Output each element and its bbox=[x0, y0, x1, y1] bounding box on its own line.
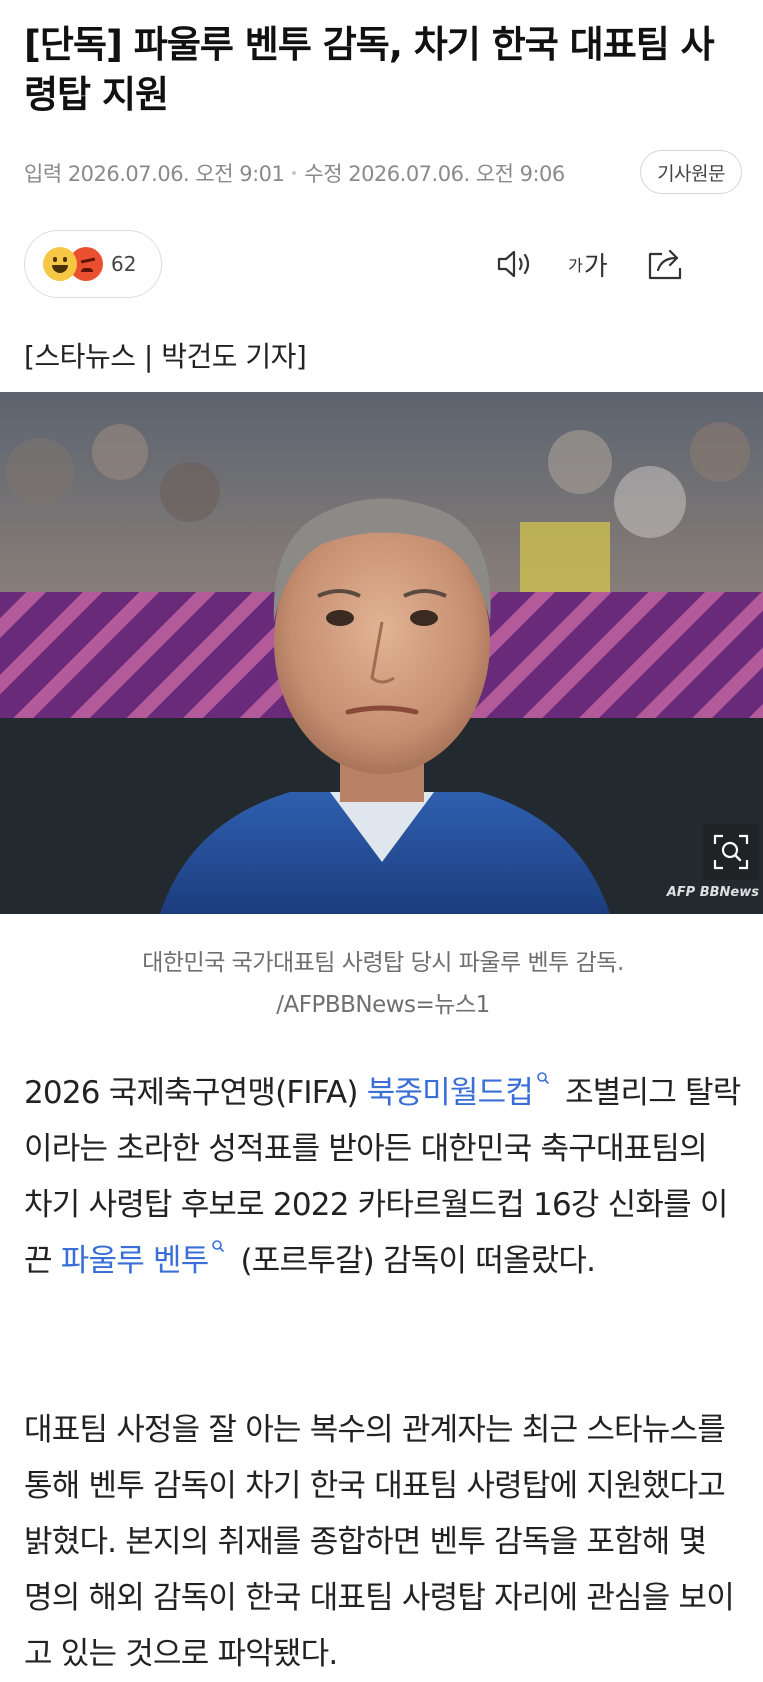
font-small-label: 가 bbox=[568, 256, 583, 275]
zoom-icon bbox=[713, 834, 749, 870]
p1-text-1: 2026 국제축구연맹(FIFA) bbox=[24, 1075, 367, 1111]
photo-caption: 대한민국 국가대표팀 사령탑 당시 파울루 벤투 감독. /AFPBBNews=… bbox=[24, 942, 742, 1026]
article-page: [단독] 파울루 벤투 감독, 차기 한국 대표팀 사령탑 지원 입력 2026… bbox=[0, 0, 763, 1682]
reaction-button[interactable]: 62 bbox=[24, 230, 162, 298]
share-icon[interactable] bbox=[644, 242, 688, 286]
search-icon[interactable] bbox=[536, 1071, 550, 1085]
audio-icon[interactable] bbox=[494, 242, 538, 286]
article-headline: [단독] 파울루 벤투 감독, 차기 한국 대표팀 사령탑 지원 bbox=[24, 23, 715, 116]
image-zoom-button[interactable] bbox=[703, 824, 759, 880]
body-paragraph-1: 2026 국제축구연맹(FIFA) 북중미월드컵 조별리그 탈락이라는 초라한 … bbox=[24, 1065, 742, 1289]
published-time: 입력 2026.07.06. 오전 9:01 bbox=[24, 162, 285, 186]
bento-link[interactable]: 파울루 벤투 bbox=[61, 1243, 209, 1279]
font-size-icon[interactable]: 가 가 bbox=[566, 242, 610, 286]
original-article-button[interactable]: 기사원문 bbox=[640, 150, 742, 194]
caption-line-2: /AFPBBNews=뉴스1 bbox=[276, 992, 490, 1018]
meta-separator bbox=[292, 171, 297, 175]
search-icon[interactable] bbox=[211, 1239, 225, 1253]
article-photo[interactable]: AFP BBNews bbox=[0, 392, 763, 914]
world-cup-link[interactable]: 북중미월드컵 bbox=[367, 1075, 534, 1111]
reaction-count: 62 bbox=[111, 252, 137, 276]
font-big-label: 가 bbox=[583, 251, 608, 282]
article-toolbar: 62 가 가 bbox=[24, 230, 742, 300]
photo-credit: AFP BBNews bbox=[666, 885, 759, 900]
happy-emoji-icon bbox=[43, 247, 77, 281]
article-byline: [스타뉴스 | 박건도 기자] bbox=[24, 340, 307, 373]
caption-line-1: 대한민국 국가대표팀 사령탑 당시 파울루 벤투 감독. bbox=[142, 950, 624, 976]
article-meta: 입력 2026.07.06. 오전 9:01 수정 2026.07.06. 오전… bbox=[24, 150, 742, 196]
body-paragraph-2: 대표팀 사정을 잘 아는 복수의 관계자는 최근 스타뉴스를 통해 벤투 감독이… bbox=[24, 1412, 735, 1672]
p1-text-3: (포르투갈) 감독이 떠올랐다. bbox=[231, 1243, 596, 1279]
modified-time: 수정 2026.07.06. 오전 9:06 bbox=[304, 162, 565, 186]
